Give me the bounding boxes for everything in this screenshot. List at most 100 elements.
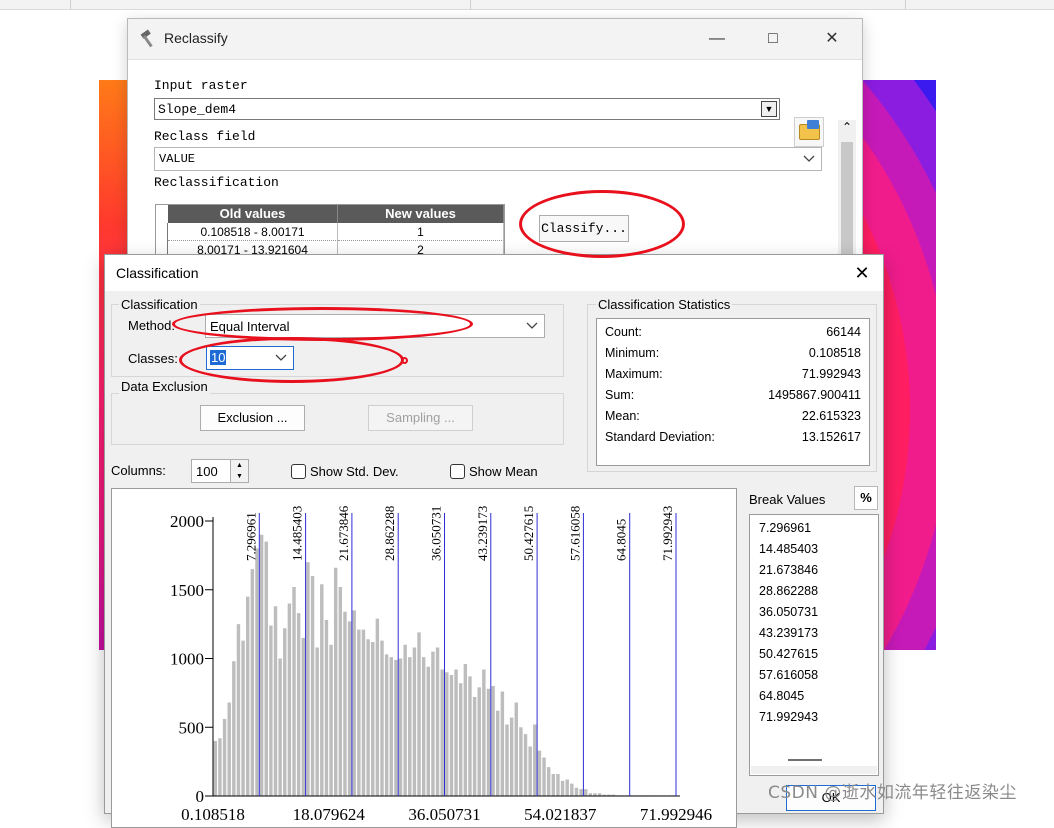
table-cell[interactable]: 1: [338, 223, 504, 241]
annotation-dot: [401, 357, 408, 364]
spin-down-icon[interactable]: ▼: [231, 471, 248, 482]
columns-spinner[interactable]: 100 ▲ ▼: [191, 459, 249, 483]
maximize-button[interactable]: □: [750, 25, 796, 53]
sampling-button[interactable]: Sampling ...: [368, 405, 473, 431]
stat-row-std-dev: Standard Deviation: 13.152617: [605, 430, 861, 444]
histogram-bar: [380, 640, 384, 796]
break-value-item[interactable]: 7.296961: [759, 521, 811, 535]
annotation-circle-classes: [179, 337, 404, 383]
y-tick-label: 500: [179, 718, 205, 737]
break-line-label: 64.8045: [614, 519, 629, 561]
show-mean-checkbox[interactable]: [450, 464, 465, 479]
close-button[interactable]: ✕: [809, 25, 855, 53]
input-raster-label: Input raster: [154, 78, 248, 93]
histogram-bar: [398, 658, 403, 796]
y-tick-label: 1500: [170, 581, 204, 600]
histogram-bar: [389, 657, 393, 796]
exclusion-button[interactable]: Exclusion ...: [200, 405, 305, 431]
scroll-up-icon[interactable]: ⌃: [840, 120, 854, 134]
break-line-label: 43.239173: [475, 506, 490, 561]
show-std-dev-checkbox[interactable]: [291, 464, 306, 479]
break-value-item[interactable]: 21.673846: [759, 563, 818, 577]
spin-up-icon[interactable]: ▲: [231, 460, 248, 471]
dropdown-arrow-icon[interactable]: ▼: [761, 101, 777, 117]
percent-button[interactable]: %: [854, 486, 878, 510]
histogram-bar: [259, 534, 264, 796]
histogram-bar: [454, 669, 458, 796]
histogram-bar: [556, 774, 560, 796]
histogram-bar: [283, 628, 287, 796]
reclass-field-value: VALUE: [159, 152, 196, 166]
histogram-bar: [222, 719, 227, 796]
classification-titlebar: Classification ✕: [105, 255, 883, 291]
histogram-bar: [371, 642, 375, 796]
histogram-bar: [579, 789, 583, 796]
chevron-down-icon: [526, 322, 538, 329]
show-mean-label: Show Mean: [469, 464, 538, 479]
histogram-bar: [426, 666, 431, 796]
histogram-bar: [509, 717, 514, 796]
classification-group-title: Classification: [119, 297, 200, 312]
histogram-bar: [296, 613, 301, 796]
scroll-grip[interactable]: [788, 759, 822, 761]
histogram-bar: [338, 587, 343, 796]
break-value-item[interactable]: 28.862288: [759, 584, 818, 598]
histogram-bar: [241, 640, 245, 796]
break-line-label: 14.485403: [290, 506, 305, 561]
histogram-bar: [431, 651, 435, 796]
show-std-dev-label: Show Std. Dev.: [310, 464, 399, 479]
break-value-item[interactable]: 50.427615: [759, 647, 818, 661]
histogram-bar: [403, 644, 407, 796]
break-value-item[interactable]: 43.239173: [759, 626, 818, 640]
histogram-bar: [421, 657, 426, 796]
table-cell[interactable]: 0.108518 - 8.00171: [168, 223, 338, 241]
break-line-label: 71.992943: [660, 506, 675, 561]
break-value-item[interactable]: 36.050731: [759, 605, 818, 619]
break-line-label: 36.050731: [429, 506, 444, 561]
histogram-bar: [408, 657, 412, 796]
x-tick-label: 36.050731: [408, 805, 480, 824]
break-value-item[interactable]: 71.992943: [759, 710, 818, 724]
histogram-bar: [310, 576, 315, 796]
histogram-bar: [565, 779, 569, 796]
histogram-bar: [218, 738, 222, 796]
host-divider: [905, 0, 906, 10]
break-values-list[interactable]: 7.296961 14.485403 21.673846 28.862288 3…: [749, 514, 879, 776]
reclassify-window: Reclassify — □ ✕ Input raster Slope_dem4…: [127, 18, 863, 330]
x-tick-label: 18.079624: [293, 805, 366, 824]
histogram-chart[interactable]: 0 500 1000 1500 2000 7.296961 14.485403 21.6738…: [112, 489, 737, 828]
histogram-bar: [343, 611, 347, 796]
input-raster-value: Slope_dem4: [158, 102, 237, 117]
histogram-bar: [366, 639, 370, 796]
reclassify-titlebar: Reclassify — □ ✕: [128, 19, 862, 59]
spinner-buttons[interactable]: ▲ ▼: [230, 460, 248, 482]
close-icon[interactable]: ✕: [851, 262, 873, 284]
statistics-group-title: Classification Statistics: [596, 297, 733, 312]
y-tick-label: 0: [196, 787, 205, 806]
break-value-item[interactable]: 57.616058: [759, 668, 818, 682]
reclass-field-combo[interactable]: VALUE: [154, 147, 822, 171]
reclass-field-label: Reclass field: [154, 129, 256, 144]
x-tick-label: 71.992946: [640, 805, 712, 824]
histogram-bar: [352, 610, 356, 796]
row-header[interactable]: [156, 223, 168, 241]
open-folder-button[interactable]: [794, 117, 824, 147]
break-value-item[interactable]: 14.485403: [759, 542, 818, 556]
minimize-button[interactable]: —: [694, 25, 740, 53]
stat-row-sum: Sum: 1495867.900411: [605, 388, 861, 402]
histogram-bar: [361, 629, 366, 796]
host-divider: [470, 0, 471, 10]
break-value-item[interactable]: 64.8045: [759, 689, 804, 703]
histogram-bar: [537, 750, 542, 796]
reclassify-body: Input raster Slope_dem4 ▼ ⌃ Reclass fiel…: [128, 59, 862, 330]
horizontal-scrollbar[interactable]: [751, 766, 877, 774]
column-header-old-values: Old values: [168, 205, 338, 223]
input-raster-combo[interactable]: Slope_dem4 ▼: [154, 98, 780, 120]
histogram-bar: [458, 683, 463, 796]
histogram-bar: [463, 664, 468, 796]
reclassification-table[interactable]: Old values New values 0.108518 - 8.00171…: [155, 204, 505, 260]
histogram-bar: [232, 661, 236, 796]
histogram-panel[interactable]: 0 500 1000 1500 2000 7.296961 14.485403 21.6738…: [111, 488, 737, 828]
columns-label: Columns:: [111, 463, 166, 478]
histogram-bar: [477, 687, 481, 796]
